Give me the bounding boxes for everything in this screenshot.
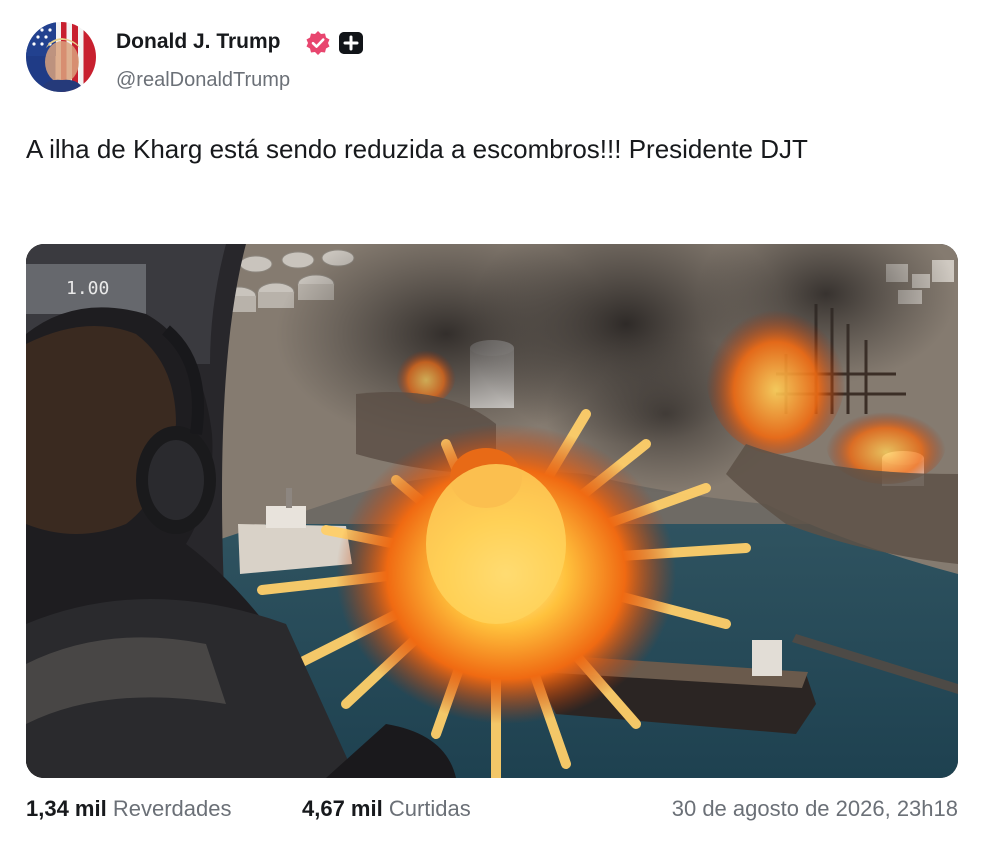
plus-square-icon (339, 32, 363, 54)
post-text: A ilha de Kharg está sendo reduzida a es… (26, 134, 808, 164)
post-stats-bar: 1,34 mil Reverdades 4,67 mil Curtidas 30… (26, 796, 958, 830)
author-handle[interactable]: @realDonaldTrump (116, 69, 290, 92)
explosion-scene-image: 1.00 (26, 244, 958, 778)
overlay-counter-text: 1.00 (66, 278, 109, 299)
reposts-label: Reverdades (112, 796, 232, 821)
reposts-count: 1,34 mil (26, 796, 107, 821)
post-media-image[interactable]: 1.00 (26, 244, 958, 778)
verified-badge-icon (306, 31, 330, 55)
post-card: Donald J. Trump @realDonaldTrump A ilha … (0, 0, 984, 852)
author-display-name[interactable]: Donald J. Trump (116, 30, 281, 54)
likes-label: Curtidas (388, 796, 471, 821)
likes-count: 4,67 mil (302, 796, 383, 821)
avatar-portrait-icon (26, 22, 84, 92)
author-avatar[interactable] (26, 22, 96, 92)
reposts-stat[interactable]: 1,34 mil Reverdades (26, 796, 231, 822)
post-timestamp[interactable]: 30 de agosto de 2026, 23h18 (672, 796, 958, 822)
likes-stat[interactable]: 4,67 mil Curtidas (302, 796, 471, 822)
